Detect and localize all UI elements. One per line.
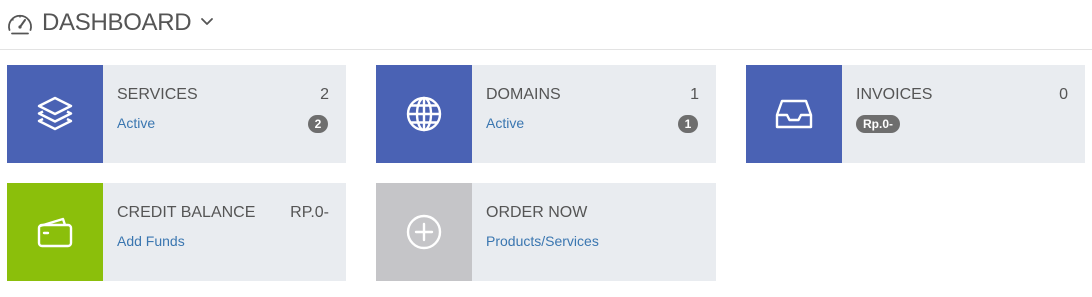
domains-title: DOMAINS xyxy=(486,86,561,103)
credit-balance-amount: RP.0- xyxy=(290,204,329,221)
add-funds-link[interactable]: Add Funds xyxy=(117,233,185,249)
services-icon-box xyxy=(7,65,103,163)
wallet-icon xyxy=(37,217,73,248)
speedometer-icon xyxy=(8,14,32,35)
domains-tile[interactable]: DOMAINS 1 Active 1 xyxy=(376,65,716,163)
products-services-link[interactable]: Products/Services xyxy=(486,233,599,249)
globe-icon xyxy=(406,96,442,132)
domains-icon-box xyxy=(376,65,472,163)
order-now-icon-box xyxy=(376,183,472,281)
order-now-title: ORDER NOW xyxy=(486,204,588,221)
services-count: 2 xyxy=(320,86,329,103)
services-badge: 2 xyxy=(308,115,328,133)
dashboard-header: DASHBOARD xyxy=(0,0,1092,50)
invoices-icon-box xyxy=(746,65,842,163)
credit-balance-title: CREDIT BALANCE xyxy=(117,204,256,221)
invoices-title: INVOICES xyxy=(856,86,933,103)
credit-balance-tile[interactable]: CREDIT BALANCE RP.0- Add Funds xyxy=(7,183,346,281)
services-title: SERVICES xyxy=(117,86,198,103)
invoices-amount-badge: Rp.0- xyxy=(856,115,900,133)
domains-active-link[interactable]: Active xyxy=(486,115,524,131)
chevron-down-icon[interactable] xyxy=(200,17,214,27)
plus-circle-icon xyxy=(406,214,442,250)
page-title: DASHBOARD xyxy=(42,9,192,36)
order-now-tile[interactable]: ORDER NOW Products/Services xyxy=(376,183,716,281)
layers-icon xyxy=(37,96,73,131)
credit-balance-icon-box xyxy=(7,183,103,281)
inbox-tray-icon xyxy=(775,99,813,129)
invoices-count: 0 xyxy=(1059,86,1068,103)
domains-badge: 1 xyxy=(678,115,698,133)
invoices-tile[interactable]: INVOICES 0 Rp.0- xyxy=(746,65,1085,163)
domains-count: 1 xyxy=(690,86,699,103)
services-active-link[interactable]: Active xyxy=(117,115,155,131)
services-tile[interactable]: SERVICES 2 Active 2 xyxy=(7,65,346,163)
